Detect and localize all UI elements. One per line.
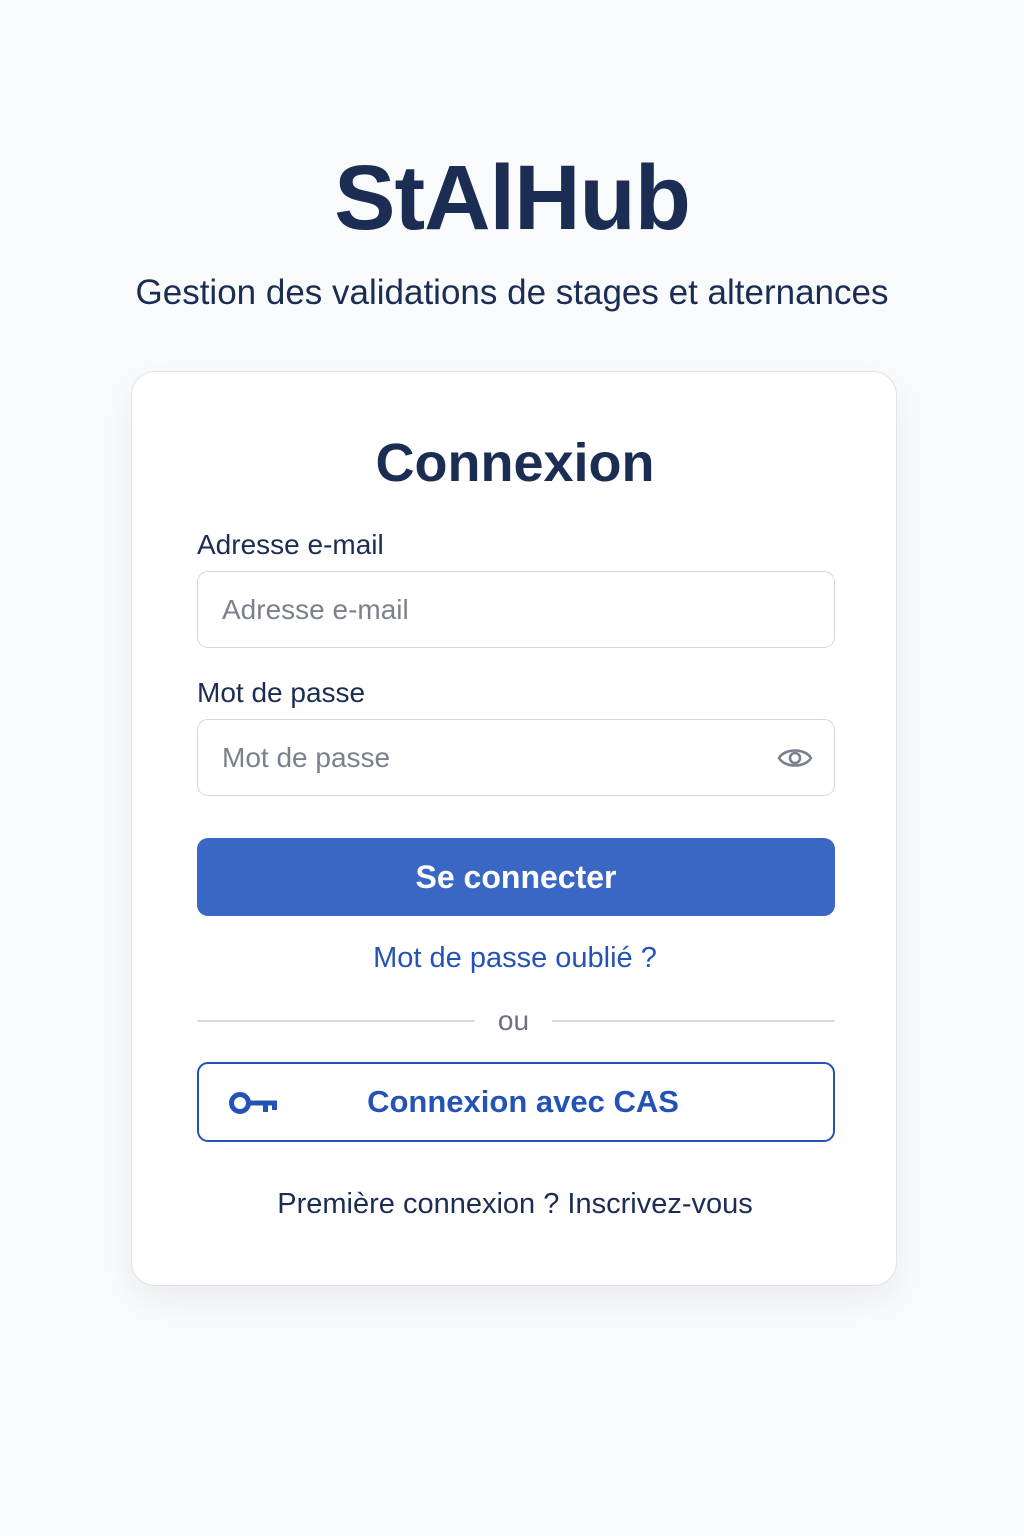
cas-login-button[interactable]: Connexion avec CAS xyxy=(197,1062,835,1142)
forgot-password-link[interactable]: Mot de passe oublié ? xyxy=(132,940,898,976)
email-field[interactable] xyxy=(198,572,834,647)
app-title: StAlHub xyxy=(334,147,691,249)
divider-text: ou xyxy=(497,1005,530,1036)
app-subtitle: Gestion des validations de stages et alt… xyxy=(135,273,889,312)
password-field-wrapper xyxy=(197,719,835,796)
divider-right xyxy=(552,1020,835,1022)
eye-icon[interactable] xyxy=(776,740,814,776)
card-title: Connexion xyxy=(375,433,655,493)
email-label: Adresse e-mail xyxy=(197,529,384,560)
divider-left xyxy=(197,1020,475,1022)
password-field[interactable] xyxy=(198,720,834,795)
password-label: Mot de passe xyxy=(197,677,366,708)
signup-link[interactable]: Première connexion ? Inscrivez-vous xyxy=(132,1186,898,1222)
email-field-wrapper xyxy=(197,571,835,648)
login-card: Connexion Adresse e-mail Mot de passe Se… xyxy=(131,371,897,1286)
login-button[interactable]: Se connecter xyxy=(197,838,835,916)
cas-button-label: Connexion avec CAS xyxy=(367,1084,679,1119)
